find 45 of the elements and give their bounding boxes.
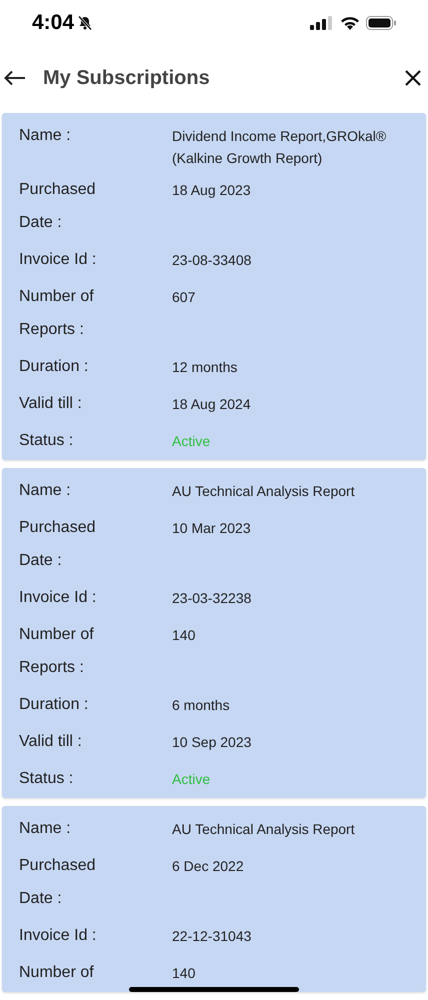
- field-label: Number of Reports :: [19, 287, 95, 340]
- field-value: 6 Dec 2022: [172, 857, 245, 876]
- field-value: 12 months: [172, 358, 238, 377]
- field-label: Purchased Date :: [19, 856, 96, 909]
- field-label: Number of Reports :: [19, 625, 95, 678]
- field-value: 607: [172, 288, 196, 307]
- field-value: 23-08-33408: [172, 251, 252, 270]
- signal-icon: [310, 16, 334, 30]
- field-label: Status :: [19, 431, 74, 451]
- field-label: Valid till :: [19, 394, 83, 414]
- field-label: Purchased Date :: [19, 518, 96, 571]
- field-label: Name :: [19, 481, 72, 501]
- page-title: My Subscriptions: [43, 66, 211, 91]
- field-label: Invoice Id :: [19, 926, 98, 946]
- field-value: 18 Aug 2023: [172, 181, 252, 200]
- field-label: Invoice Id :: [19, 250, 98, 270]
- clock-time: 4:04: [32, 10, 74, 36]
- field-label: Invoice Id :: [19, 588, 98, 608]
- field-label: Name :: [19, 819, 72, 839]
- field-value: Active: [172, 770, 212, 789]
- field-label: Valid till :: [19, 732, 83, 752]
- field-value: 140: [172, 626, 196, 645]
- close-icon: [404, 69, 422, 87]
- back-arrow-icon: [4, 70, 26, 86]
- field-label: Purchased Date :: [19, 180, 96, 233]
- bell-slash-icon: [77, 14, 94, 30]
- field-label: Status :: [19, 769, 74, 789]
- field-value: 10 Sep 2023: [172, 733, 252, 752]
- battery-icon: [366, 16, 396, 30]
- field-value: Dividend Income Report,GROkal® (Kalkine Growth Report): [172, 127, 388, 168]
- field-value: 22-12-31043: [172, 927, 252, 946]
- field-value: 18 Aug 2024: [172, 395, 252, 414]
- field-label: Duration :: [19, 357, 90, 377]
- back-button[interactable]: [2, 68, 28, 88]
- field-value: AU Technical Analysis Report: [172, 482, 356, 501]
- field-value: 23-03-32238: [172, 589, 252, 608]
- field-label: Number of: [19, 963, 95, 983]
- field-label: Name :: [19, 126, 72, 146]
- field-value: 140: [172, 964, 196, 983]
- field-value: Active: [172, 432, 212, 451]
- field-label: Duration :: [19, 695, 90, 715]
- field-value: AU Technical Analysis Report: [172, 820, 356, 839]
- wifi-icon: [340, 16, 360, 30]
- field-value: 10 Mar 2023: [172, 519, 252, 538]
- field-value: 6 months: [172, 696, 231, 715]
